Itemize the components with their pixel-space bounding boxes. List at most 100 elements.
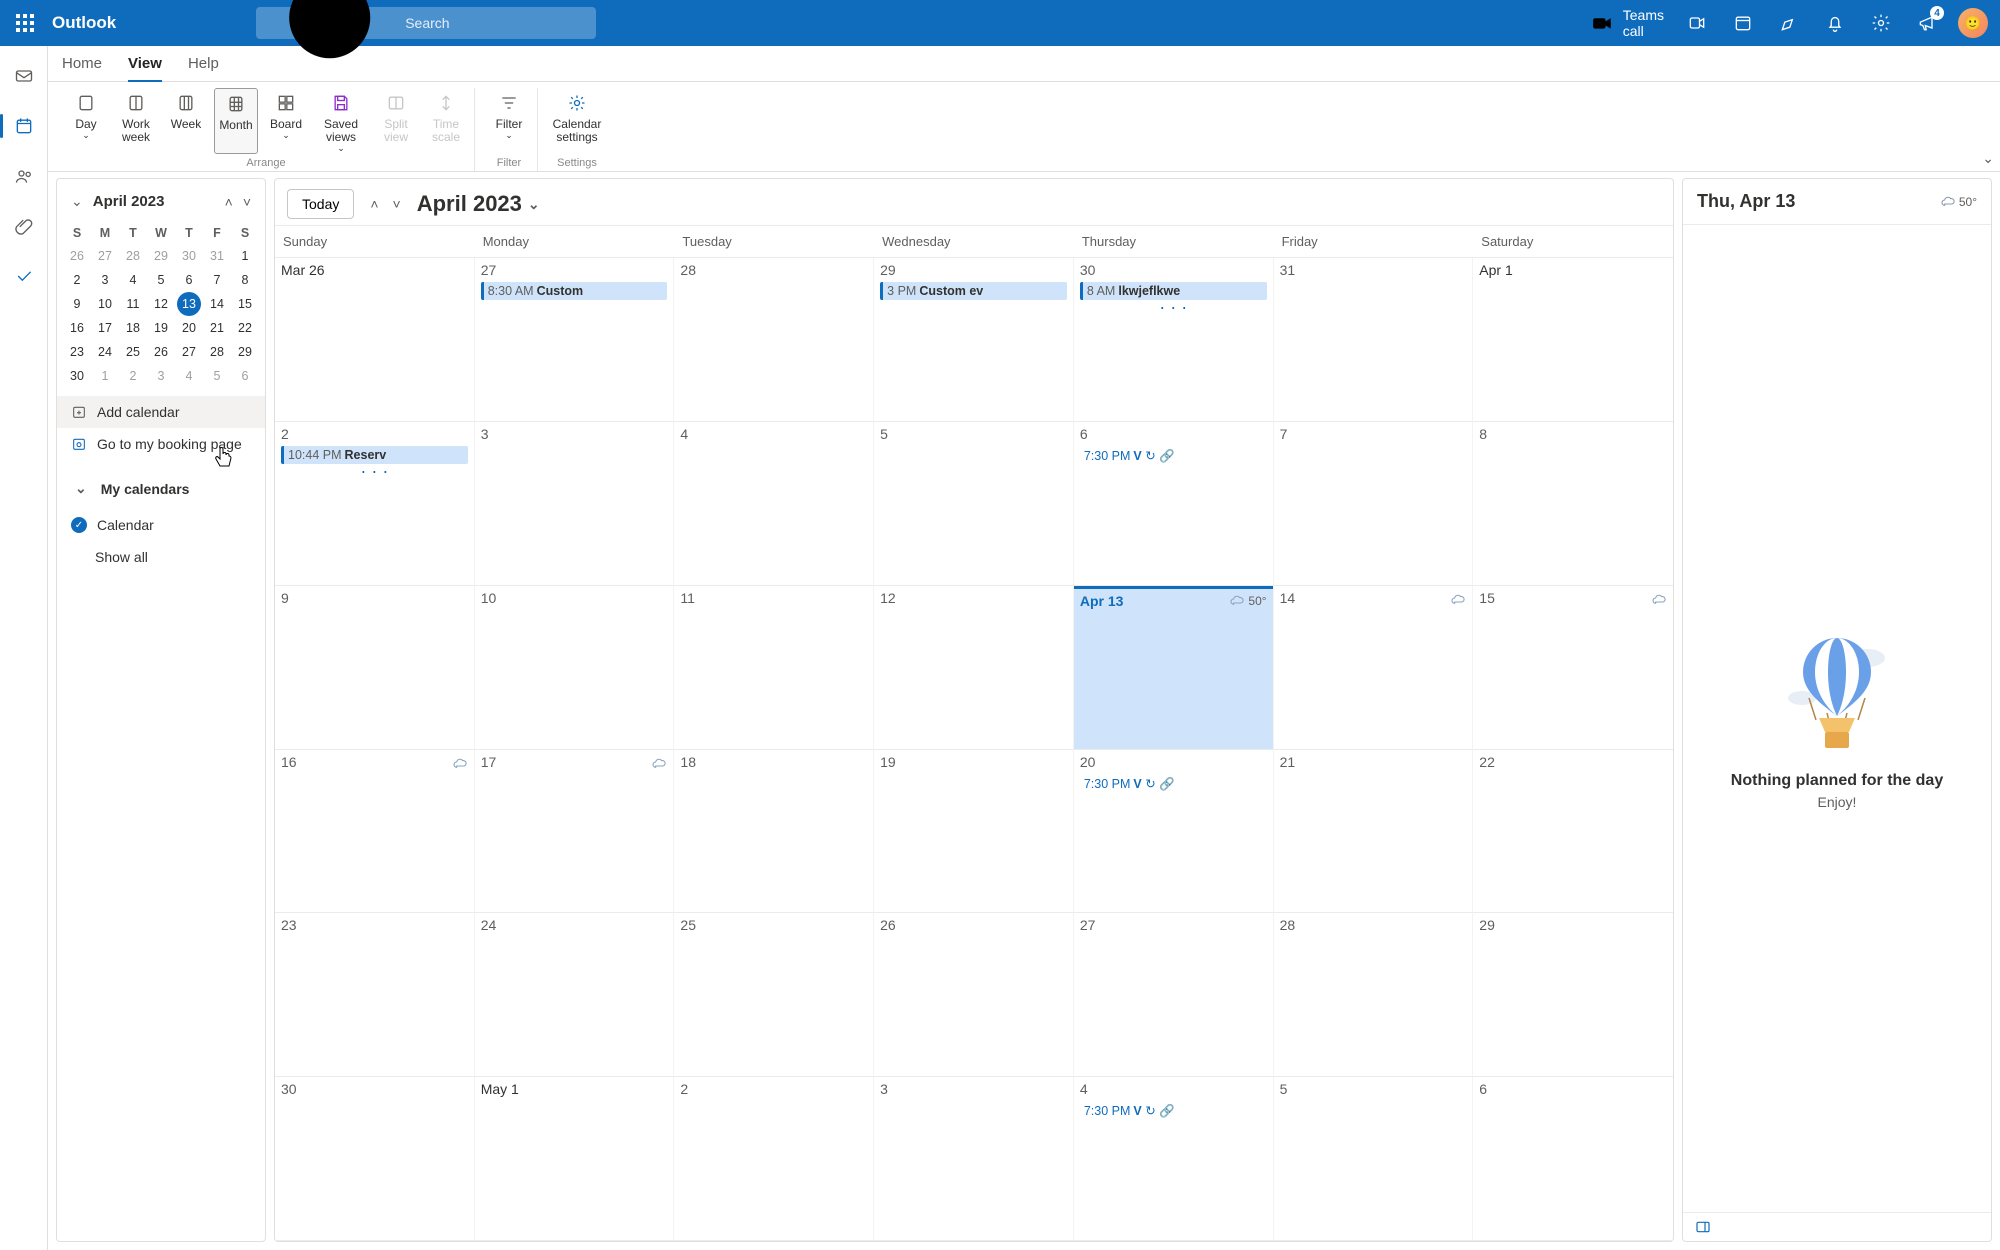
- calendar-event[interactable]: 7:30 PMV ↻ 🔗: [1080, 1101, 1267, 1121]
- rail-todo[interactable]: [4, 256, 44, 296]
- mini-cal-next[interactable]: ˅: [239, 190, 255, 214]
- mini-day[interactable]: 13: [177, 292, 201, 316]
- month-cell[interactable]: 12: [874, 586, 1074, 750]
- month-cell[interactable]: 3: [874, 1077, 1074, 1241]
- show-all-calendars[interactable]: Show all: [57, 541, 265, 573]
- month-cell[interactable]: 16: [275, 750, 475, 914]
- calendar-event[interactable]: 8:30 AMCustom: [481, 282, 668, 300]
- rail-people[interactable]: [4, 156, 44, 196]
- mini-day[interactable]: 22: [231, 316, 259, 340]
- mini-day[interactable]: 19: [147, 316, 175, 340]
- mini-day[interactable]: 3: [147, 364, 175, 388]
- month-cell[interactable]: 308 AMlkwjeflkwe· · ·: [1074, 258, 1274, 422]
- month-cell[interactable]: 5: [1274, 1077, 1474, 1241]
- calendar-event[interactable]: 7:30 PMV ↻ 🔗: [1080, 774, 1267, 794]
- more-events-button[interactable]: · · ·: [1080, 300, 1267, 314]
- mini-day[interactable]: 24: [91, 340, 119, 364]
- mini-day[interactable]: 30: [175, 244, 203, 268]
- month-cell[interactable]: 28: [674, 258, 874, 422]
- notifications-button[interactable]: [1816, 4, 1854, 42]
- search-box[interactable]: [256, 7, 596, 39]
- month-cell[interactable]: 23: [275, 913, 475, 1077]
- add-calendar-button[interactable]: Add calendar: [57, 396, 265, 428]
- rail-files[interactable]: [4, 206, 44, 246]
- calendar-settings-button[interactable]: Calendar settings: [550, 88, 604, 144]
- mini-day[interactable]: 28: [119, 244, 147, 268]
- calendar-event[interactable]: 3 PMCustom ev: [880, 282, 1067, 300]
- calendar-title[interactable]: April 2023 ⌄: [417, 191, 540, 217]
- tab-view[interactable]: View: [128, 47, 162, 82]
- mini-cal-collapse[interactable]: ⌄: [67, 189, 87, 214]
- month-cell[interactable]: 15: [1473, 586, 1673, 750]
- month-cell[interactable]: 22: [1473, 750, 1673, 914]
- mini-day[interactable]: 31: [203, 244, 231, 268]
- rail-calendar[interactable]: [4, 106, 44, 146]
- cal-prev-button[interactable]: ˄: [366, 192, 382, 216]
- month-cell[interactable]: 28: [1274, 913, 1474, 1077]
- month-cell[interactable]: 2: [674, 1077, 874, 1241]
- account-button[interactable]: 🙂: [1954, 4, 1992, 42]
- mini-day[interactable]: 30: [63, 364, 91, 388]
- mini-day[interactable]: 5: [147, 268, 175, 292]
- month-cell[interactable]: 4: [674, 422, 874, 586]
- month-cell[interactable]: 293 PMCustom ev: [874, 258, 1074, 422]
- mini-day[interactable]: 6: [231, 364, 259, 388]
- month-cell[interactable]: Apr 1350°: [1074, 586, 1274, 750]
- panel-toggle-icon[interactable]: [1693, 1219, 1713, 1235]
- mini-day[interactable]: 28: [203, 340, 231, 364]
- view-week-button[interactable]: Week: [164, 88, 208, 154]
- mini-day[interactable]: 12: [147, 292, 175, 316]
- mini-day[interactable]: 14: [203, 292, 231, 316]
- calendar-item[interactable]: ✓ Calendar: [57, 509, 265, 541]
- month-cell[interactable]: 10: [475, 586, 675, 750]
- month-cell[interactable]: 14: [1274, 586, 1474, 750]
- teams-call-button[interactable]: Teams call: [1584, 7, 1670, 39]
- month-cell[interactable]: 29: [1473, 913, 1673, 1077]
- mini-day[interactable]: 3: [91, 268, 119, 292]
- tips-button[interactable]: [1770, 4, 1808, 42]
- month-cell[interactable]: 27: [1074, 913, 1274, 1077]
- mini-day[interactable]: 26: [147, 340, 175, 364]
- mini-day[interactable]: 16: [63, 316, 91, 340]
- mini-day[interactable]: 11: [119, 292, 147, 316]
- month-cell[interactable]: 6: [1473, 1077, 1673, 1241]
- month-cell[interactable]: 26: [874, 913, 1074, 1077]
- month-cell[interactable]: 9: [275, 586, 475, 750]
- mini-day[interactable]: 8: [231, 268, 259, 292]
- mini-day[interactable]: 7: [203, 268, 231, 292]
- mini-day[interactable]: 2: [119, 364, 147, 388]
- mini-day[interactable]: 27: [91, 244, 119, 268]
- settings-button[interactable]: [1862, 4, 1900, 42]
- more-events-button[interactable]: · · ·: [281, 464, 468, 478]
- mini-day[interactable]: 25: [119, 340, 147, 364]
- mini-day[interactable]: 29: [147, 244, 175, 268]
- view-board-button[interactable]: Board⌄: [264, 88, 308, 154]
- month-cell[interactable]: 24: [475, 913, 675, 1077]
- search-input[interactable]: [405, 15, 586, 31]
- month-cell[interactable]: 17: [475, 750, 675, 914]
- rail-mail[interactable]: [4, 56, 44, 96]
- mini-day[interactable]: 23: [63, 340, 91, 364]
- app-launcher[interactable]: [8, 6, 42, 40]
- mini-day[interactable]: 21: [203, 316, 231, 340]
- month-cell[interactable]: 67:30 PMV ↻ 🔗: [1074, 422, 1274, 586]
- month-cell[interactable]: Apr 1: [1473, 258, 1673, 422]
- filter-button[interactable]: Filter⌄: [487, 88, 531, 141]
- my-calendars-header[interactable]: ⌄ My calendars: [57, 468, 265, 509]
- mini-day[interactable]: 10: [91, 292, 119, 316]
- month-cell[interactable]: 47:30 PMV ↻ 🔗: [1074, 1077, 1274, 1241]
- mini-day[interactable]: 26: [63, 244, 91, 268]
- month-cell[interactable]: 30: [275, 1077, 475, 1241]
- tab-help[interactable]: Help: [188, 46, 219, 81]
- month-cell[interactable]: 8: [1473, 422, 1673, 586]
- month-cell[interactable]: 18: [674, 750, 874, 914]
- month-cell[interactable]: 31: [1274, 258, 1474, 422]
- month-cell[interactable]: 19: [874, 750, 1074, 914]
- mini-day[interactable]: 4: [119, 268, 147, 292]
- mini-day[interactable]: 27: [175, 340, 203, 364]
- mini-day[interactable]: 2: [63, 268, 91, 292]
- mini-day[interactable]: 9: [63, 292, 91, 316]
- view-workweek-button[interactable]: Work week: [114, 88, 158, 154]
- month-cell[interactable]: 5: [874, 422, 1074, 586]
- mini-day[interactable]: 1: [231, 244, 259, 268]
